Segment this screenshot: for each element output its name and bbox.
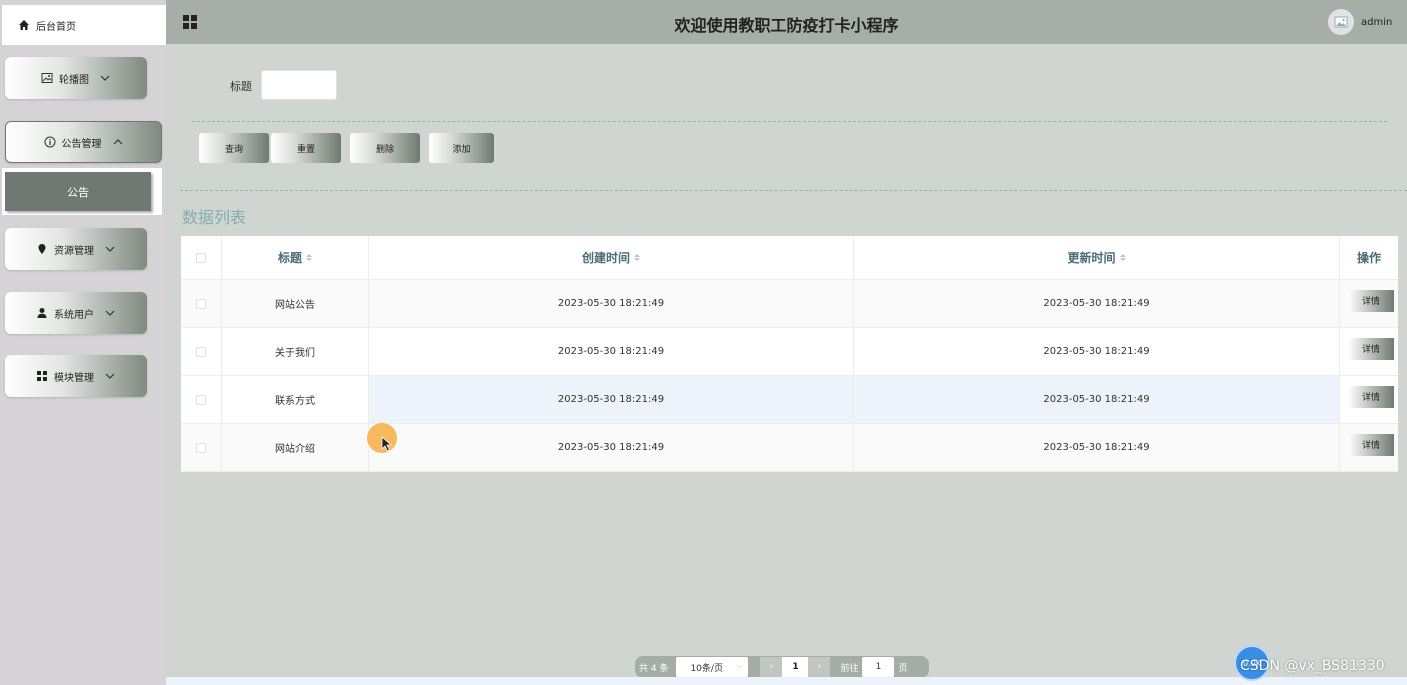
- divider: [180, 190, 1407, 191]
- detail-button[interactable]: 详情: [1348, 289, 1394, 312]
- chevron-down-icon: ⌵: [736, 661, 743, 670]
- row-select-cell: [181, 328, 222, 375]
- row-select-cell: [181, 280, 222, 327]
- row-title: 关于我们: [222, 328, 369, 375]
- detail-button[interactable]: 详情: [1348, 337, 1394, 360]
- page-size-select[interactable]: 10条/页 ⌵: [676, 657, 749, 677]
- bottom-strip: [166, 677, 1407, 685]
- sidebar-item-label: 模块管理: [54, 372, 94, 384]
- select-all-cell: [181, 236, 222, 279]
- page-number-current[interactable]: 1: [782, 657, 809, 677]
- row-actions: 详情: [1340, 328, 1398, 375]
- sidebar-item-resources[interactable]: 资源管理: [5, 228, 147, 270]
- select-all-checkbox[interactable]: [196, 252, 206, 263]
- page-suffix: 页: [898, 663, 908, 674]
- query-button[interactable]: 查询: [199, 133, 269, 163]
- row-updated: 2023-05-30 18:21:49: [854, 280, 1340, 327]
- row-checkbox[interactable]: [196, 298, 206, 309]
- location-pin-icon: [36, 243, 48, 255]
- row-title: 网站介绍: [222, 424, 369, 471]
- table-row[interactable]: 关于我们 2023-05-30 18:21:49 2023-05-30 18:2…: [181, 328, 1398, 376]
- row-created: 2023-05-30 18:21:49: [369, 424, 854, 471]
- chevron-down-icon: [99, 72, 111, 84]
- top-header: 欢迎使用教职工防疫打卡小程序 admin: [166, 0, 1407, 44]
- sidebar: 后台首页 轮播图 公告管理 公告 资源管理 系统用户 模块管理: [0, 0, 166, 685]
- chevron-down-icon: [104, 243, 116, 255]
- chevron-right-icon: ›: [817, 662, 822, 672]
- sidebar-item-label: 资源管理: [54, 245, 94, 257]
- row-created: 2023-05-30 18:21:49: [369, 328, 854, 375]
- sidebar-item-modules[interactable]: 模块管理: [5, 355, 147, 397]
- pagination-total: 共 4 条: [639, 663, 669, 674]
- reset-button[interactable]: 重置: [271, 133, 341, 163]
- sidebar-item-label: 轮播图: [59, 74, 89, 86]
- sidebar-item-announcements[interactable]: 公告管理: [5, 121, 162, 163]
- sort-icon[interactable]: [1119, 254, 1126, 261]
- row-created: 2023-05-30 18:21:49: [369, 376, 854, 423]
- divider: [192, 121, 1387, 122]
- chevron-up-icon: [112, 136, 124, 148]
- sidebar-item-carousel[interactable]: 轮播图: [5, 57, 147, 99]
- pagination: 共 4 条 10条/页 ⌵ ‹ 1 › 前往 1 页: [635, 656, 929, 678]
- sort-icon[interactable]: [306, 254, 312, 261]
- data-table: 标题 创建时间 更新时间 操作 网站公告 2023-05-30 18:21:49…: [181, 236, 1398, 472]
- main-content: 标题 查询 重置 删除 添加 数据列表 标题 创建时间 更新时间 操作 网站公告…: [166, 44, 1407, 678]
- row-select-cell: [181, 376, 222, 423]
- row-actions: 详情: [1340, 424, 1398, 471]
- mouse-pointer-icon: [381, 436, 393, 452]
- table-row[interactable]: 联系方式 2023-05-30 18:21:49 2023-05-30 18:2…: [181, 376, 1398, 424]
- detail-button[interactable]: 详情: [1348, 433, 1394, 456]
- home-icon: [18, 19, 30, 31]
- column-header-title[interactable]: 标题: [222, 236, 369, 279]
- row-created: 2023-05-30 18:21:49: [369, 280, 854, 327]
- prev-page-button[interactable]: ‹: [760, 657, 783, 677]
- delete-button[interactable]: 删除: [350, 133, 420, 163]
- row-select-cell: [181, 424, 222, 471]
- row-title: 联系方式: [222, 376, 369, 423]
- column-header-actions: 操作: [1356, 251, 1381, 265]
- goto-label: 前往: [840, 663, 859, 674]
- chevron-left-icon: ‹: [769, 662, 774, 672]
- row-checkbox[interactable]: [196, 346, 206, 357]
- image-icon: [41, 72, 53, 84]
- sidebar-item-label: 后台首页: [36, 21, 76, 33]
- detail-button[interactable]: 详情: [1348, 385, 1394, 408]
- grid-icon: [36, 370, 48, 382]
- next-page-button[interactable]: ›: [808, 657, 831, 677]
- sidebar-subitem-announcement[interactable]: 公告: [5, 172, 151, 211]
- column-header-updated[interactable]: 更新时间: [854, 236, 1340, 279]
- chevron-down-icon: [104, 370, 116, 382]
- title-search-input[interactable]: [261, 70, 337, 100]
- row-updated: 2023-05-30 18:21:49: [854, 376, 1340, 423]
- search-label: 标题: [230, 80, 252, 93]
- user-icon: [36, 307, 48, 319]
- goto-page-input[interactable]: 1: [862, 657, 895, 677]
- sidebar-item-home[interactable]: 后台首页: [2, 5, 166, 45]
- info-circle-icon: [44, 136, 56, 148]
- page-title: 欢迎使用教职工防疫打卡小程序: [674, 16, 899, 35]
- column-header-created[interactable]: 创建时间: [369, 236, 854, 279]
- row-checkbox[interactable]: [196, 394, 206, 405]
- table-header-row: 标题 创建时间 更新时间 操作: [181, 236, 1398, 280]
- sidebar-item-label: 系统用户: [54, 309, 94, 321]
- avatar[interactable]: [1328, 9, 1354, 35]
- table-row[interactable]: 网站公告 2023-05-30 18:21:49 2023-05-30 18:2…: [181, 280, 1398, 328]
- sidebar-item-label: 公告管理: [61, 138, 102, 150]
- add-button[interactable]: 添加: [429, 133, 494, 163]
- row-updated: 2023-05-30 18:21:49: [854, 424, 1340, 471]
- list-title: 数据列表: [182, 208, 247, 227]
- row-actions: 详情: [1340, 280, 1398, 327]
- chevron-down-icon: [104, 307, 116, 319]
- row-actions: 详情: [1340, 376, 1398, 423]
- row-title: 网站公告: [222, 280, 369, 327]
- table-row[interactable]: 网站介绍 2023-05-30 18:21:49 2023-05-30 18:2…: [181, 424, 1398, 472]
- avatar-image-icon: [1334, 16, 1348, 28]
- watermark: CSDN @vx_BS81330: [1240, 658, 1385, 674]
- row-checkbox[interactable]: [196, 442, 206, 453]
- sidebar-item-system-users[interactable]: 系统用户: [5, 292, 147, 334]
- username[interactable]: admin: [1361, 17, 1392, 28]
- row-updated: 2023-05-30 18:21:49: [854, 328, 1340, 375]
- sort-icon[interactable]: [634, 254, 640, 261]
